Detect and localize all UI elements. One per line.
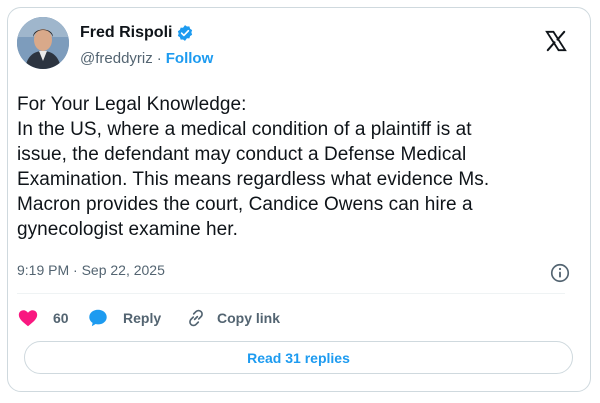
copy-link-label: Copy link (217, 310, 281, 326)
tweet-timestamp[interactable]: 9:19 PM · Sep 22, 2025 (17, 262, 165, 278)
handle-row: @freddyriz · Follow (80, 50, 213, 67)
separator-dot: · (156, 50, 162, 67)
read-replies-label: Read 31 replies (247, 349, 350, 366)
tweet-text-line: gynecologist examine her. (17, 219, 238, 240)
x-logo-icon[interactable] (545, 30, 567, 52)
author-handle[interactable]: @freddyriz (80, 50, 153, 67)
action-bar: 60 Reply Copy link (17, 305, 280, 331)
link-icon (189, 309, 203, 327)
info-icon[interactable] (549, 262, 571, 284)
tweet-text-line: issue, the defendant may conduct a Defen… (17, 144, 467, 165)
heart-icon (18, 310, 38, 327)
author-name-row: Fred Rispoli (80, 24, 194, 42)
tweet-text-line: Macron provides the court, Candice Owens… (17, 194, 473, 215)
like-count: 60 (53, 310, 69, 326)
read-replies-button[interactable]: Read 31 replies (24, 341, 573, 374)
tweet-text-line: Examination. This means regardless what … (17, 169, 490, 190)
author-name[interactable]: Fred Rispoli (80, 24, 172, 42)
verified-badge-icon (178, 25, 193, 41)
author-avatar[interactable] (17, 17, 69, 69)
copy-link-button[interactable]: Copy link (185, 307, 280, 329)
reply-label: Reply (123, 310, 162, 326)
reply-button[interactable]: Reply (87, 307, 185, 329)
tweet-text: For Your Legal Knowledge: In the US, whe… (17, 92, 562, 242)
divider (17, 293, 565, 294)
tweet-text-line: In the US, where a medical condition of … (17, 119, 472, 140)
like-button[interactable]: 60 (17, 307, 87, 329)
reply-bubble-icon (89, 309, 107, 327)
follow-link[interactable]: Follow (166, 50, 214, 67)
tweet-text-line: For Your Legal Knowledge: (17, 94, 247, 115)
